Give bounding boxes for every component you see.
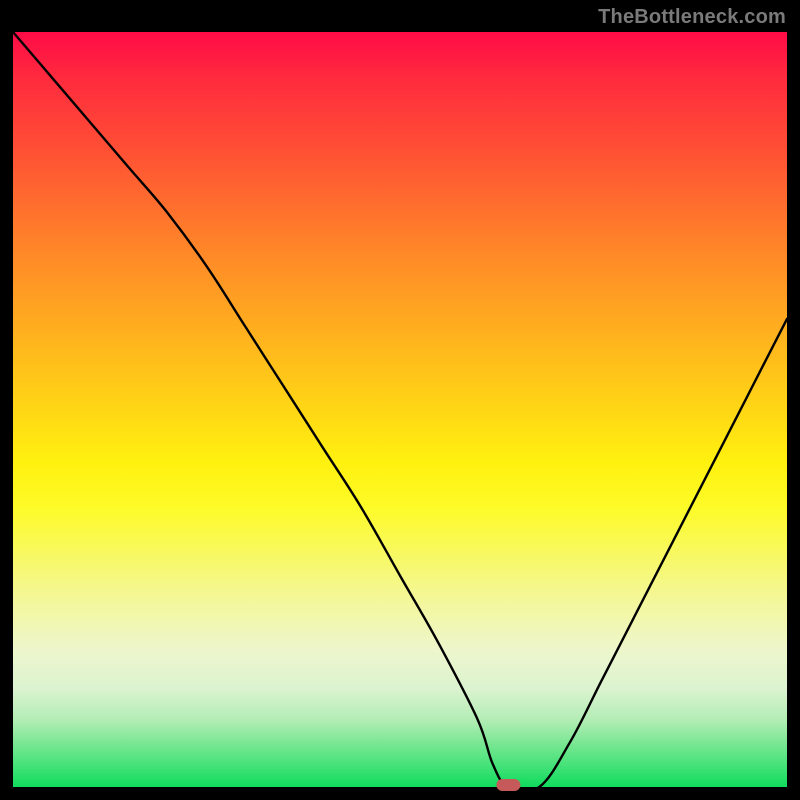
- bottleneck-curve: [13, 32, 787, 792]
- chart-frame: TheBottleneck.com: [0, 0, 800, 800]
- chart-overlay: [13, 32, 787, 787]
- optimum-marker: [496, 779, 520, 791]
- watermark-text: TheBottleneck.com: [598, 6, 786, 29]
